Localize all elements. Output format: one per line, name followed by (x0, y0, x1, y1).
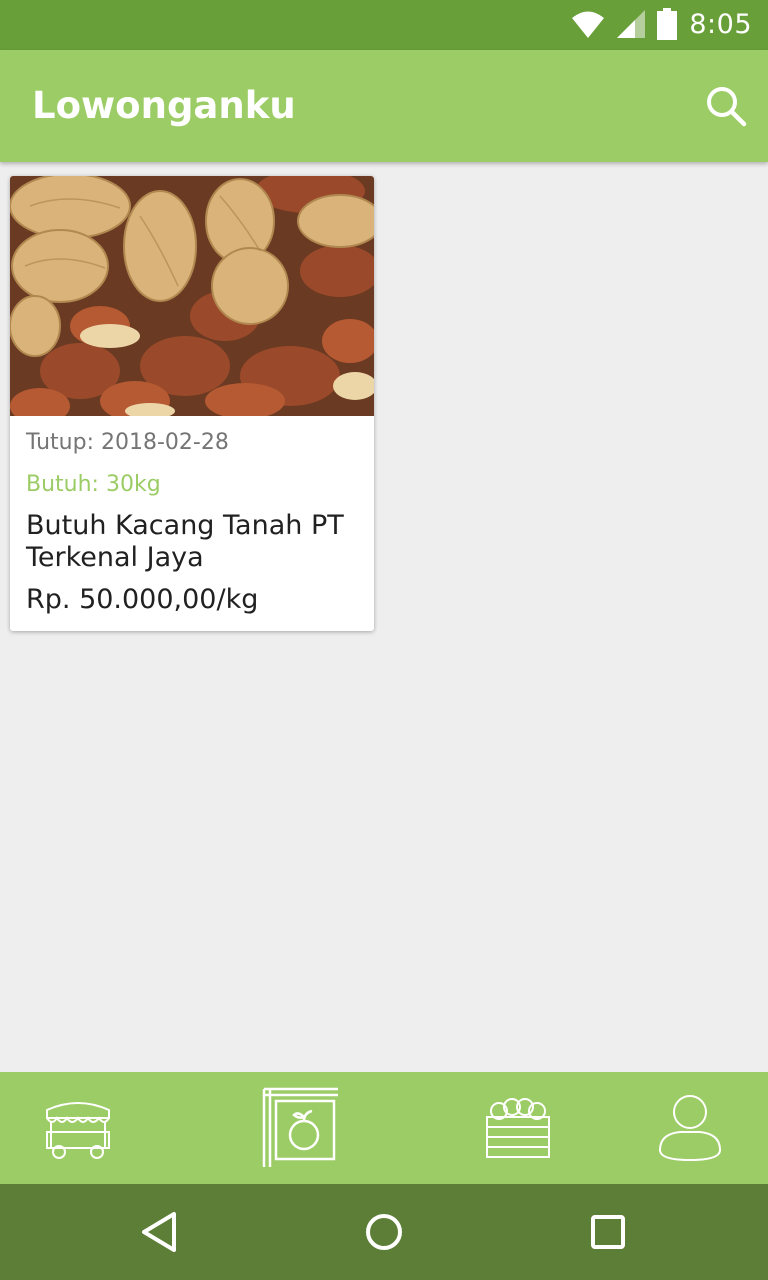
search-icon (707, 87, 747, 127)
signal-icon (617, 10, 646, 38)
listing-details: Tutup: 2018-02-28 Butuh: 30kg Butuh Kaca… (10, 416, 374, 616)
fruit-signboard-icon (262, 1087, 338, 1167)
cart-stall-icon (46, 1102, 110, 1159)
nav-item-market[interactable] (30, 1072, 126, 1184)
nav-item-listings[interactable] (250, 1072, 346, 1184)
quantity-needed: Butuh: 30kg (26, 472, 161, 497)
listing-title: Butuh Kacang Tanah PT Terkenal Jaya (26, 510, 344, 573)
close-date: Tutup: 2018-02-28 (26, 430, 229, 455)
listing-card[interactable]: Tutup: 2018-02-28 Butuh: 30kg Butuh Kaca… (10, 176, 374, 631)
peanuts-image (10, 176, 374, 416)
listing-price: Rp. 50.000,00/kg (26, 584, 259, 615)
wifi-icon (572, 11, 605, 38)
status-icons: 8:05 (571, 8, 752, 40)
nav-item-produce[interactable] (470, 1072, 566, 1184)
search-button[interactable] (704, 84, 748, 128)
profile-icon (658, 1095, 722, 1162)
home-button[interactable] (360, 1208, 408, 1256)
bottom-navigation (0, 1072, 768, 1184)
home-icon (366, 1214, 402, 1250)
status-time: 8:05 (689, 8, 752, 40)
system-navigation-bar (0, 1184, 768, 1280)
status-bar: 8:05 (0, 0, 768, 50)
recents-button[interactable] (584, 1208, 632, 1256)
page-title: Lowonganku (32, 84, 296, 127)
recents-icon (591, 1215, 625, 1249)
back-button[interactable] (136, 1208, 184, 1256)
back-icon (142, 1212, 176, 1252)
listing-area: Tutup: 2018-02-28 Butuh: 30kg Butuh Kaca… (0, 162, 768, 1072)
battery-icon (657, 8, 678, 40)
produce-crate-icon (486, 1098, 550, 1158)
nav-item-profile[interactable] (642, 1072, 738, 1184)
app-bar: Lowonganku (0, 50, 768, 162)
